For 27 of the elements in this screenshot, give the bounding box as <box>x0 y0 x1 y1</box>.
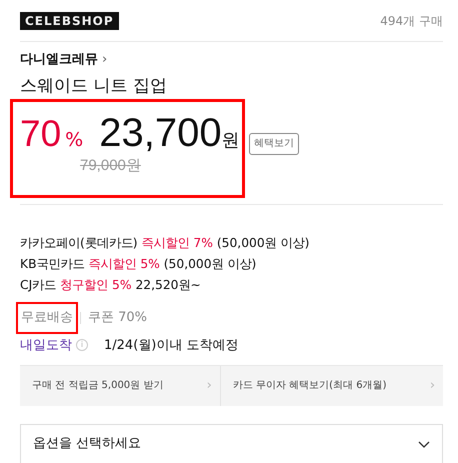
purchase-count: 494개 구매 <box>380 12 443 30</box>
chevron-icon: › <box>206 376 212 396</box>
chevron-icon: › <box>430 376 436 396</box>
product-title: 스웨이드 니트 집업 <box>20 74 168 98</box>
promo-link[interactable]: 카드 무이자 혜택보기(최대 6개월) › <box>220 366 444 406</box>
currency-unit: 원 <box>222 129 240 153</box>
chevron-icon: › <box>102 50 108 70</box>
option-select[interactable]: 옵션을 선택하세요 <box>20 424 443 463</box>
option-placeholder: 옵션을 선택하세요 <box>33 435 142 454</box>
chevron-down-icon <box>418 440 430 448</box>
brand-link[interactable]: 다니엘크레뮤 <box>20 50 98 70</box>
promo-text: 카드 무이자 혜택보기(최대 6개월) <box>232 379 387 394</box>
logo[interactable]: CELEBSHOP <box>20 12 119 30</box>
benefit-button[interactable]: 혜택보기 <box>249 133 299 155</box>
delivery-date: 1/24(월)이내 도착예정 <box>104 336 238 354</box>
sale-price: 23,700 <box>99 113 222 153</box>
benefit-tag: 쿠폰 70% <box>85 304 150 332</box>
card-benefit-text: KB국민카드 즉시할인 5% (50,000원 이상) <box>20 256 258 273</box>
percent-sign: % <box>65 128 84 153</box>
original-price: 79,000원 <box>80 156 141 176</box>
discount-rate: 70 <box>20 114 62 154</box>
promo-link[interactable]: 구매 전 적립금 5,000원 받기 › <box>20 366 220 406</box>
delivery-label: 내일도착 <box>20 336 72 354</box>
card-benefit-text: 카카오페이(롯데카드) 즉시할인 7% (50,000원 이상) <box>20 235 310 252</box>
card-benefit-text: CJ카드 청구할인 5% 22,520원~ <box>20 277 202 294</box>
benefit-tag: 무료배송 <box>18 304 76 332</box>
promo-text: 구매 전 적립금 5,000원 받기 <box>32 379 164 394</box>
